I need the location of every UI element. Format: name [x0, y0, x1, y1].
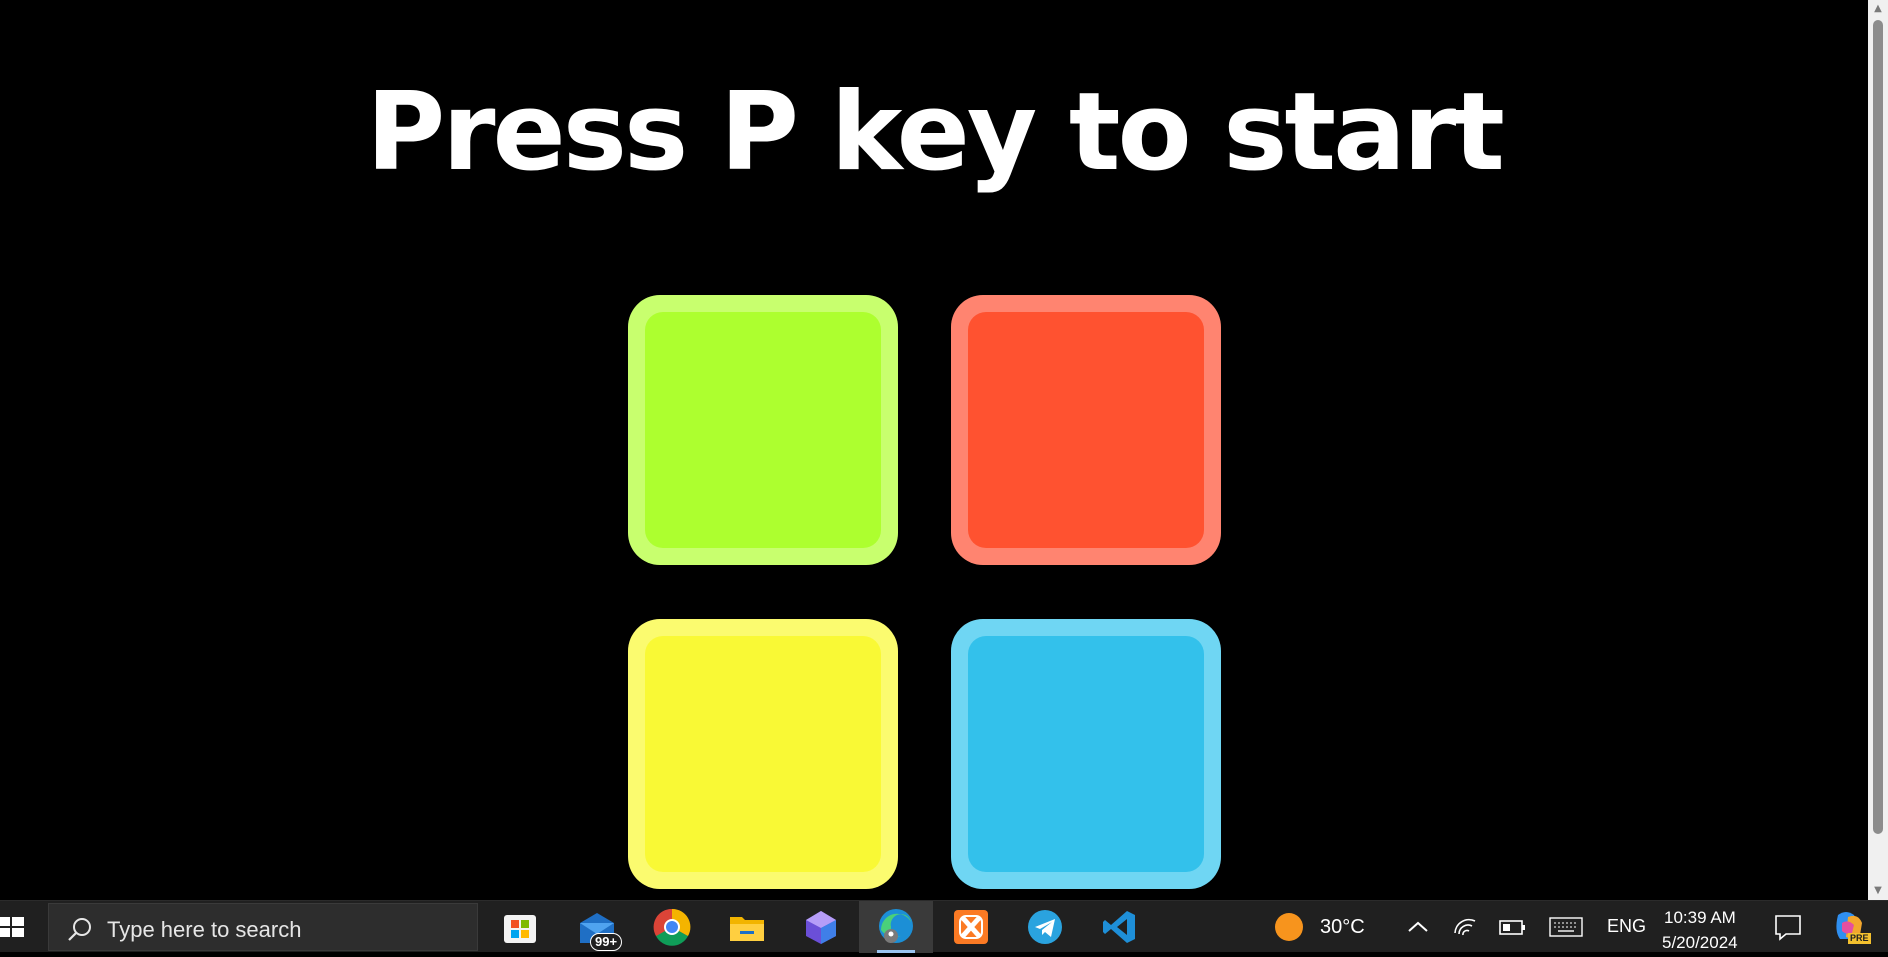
scrollbar-thumb[interactable] — [1873, 20, 1883, 834]
notification-center-button[interactable] — [1768, 901, 1808, 953]
green-pad-face — [645, 312, 881, 548]
telegram-icon — [1028, 910, 1062, 944]
yellow-pad-face — [645, 636, 881, 872]
search-icon — [68, 918, 91, 941]
edge-icon — [879, 909, 913, 943]
windows-logo-icon — [0, 917, 24, 937]
taskbar-microsoft-365[interactable] — [784, 901, 858, 953]
battery-button[interactable] — [1494, 901, 1530, 953]
copilot-icon — [1836, 912, 1862, 939]
taskbar-mail[interactable]: 99+ — [560, 901, 634, 953]
network-button[interactable] — [1448, 901, 1484, 953]
clock-date: 5/20/2024 — [1662, 933, 1738, 952]
windows-taskbar: Type here to search 99+ 30°C ENG 10:39 A… — [0, 900, 1888, 953]
taskbar-xampp[interactable] — [934, 901, 1008, 953]
red-pad[interactable] — [951, 295, 1221, 565]
scroll-up-arrow-icon[interactable]: ▲ — [1868, 0, 1888, 18]
blue-pad-face — [968, 636, 1204, 872]
clock-time: 10:39 AM — [1664, 908, 1736, 927]
notification-icon — [1775, 915, 1801, 941]
green-pad[interactable] — [628, 295, 898, 565]
taskbar-file-explorer[interactable] — [710, 901, 784, 953]
vertical-scrollbar[interactable]: ▲ ▼ — [1868, 0, 1888, 900]
battery-icon — [1499, 920, 1525, 935]
taskbar-search-box[interactable]: Type here to search — [48, 903, 478, 951]
mail-badge: 99+ — [590, 933, 623, 951]
vscode-icon — [1103, 911, 1135, 943]
file-explorer-icon — [730, 917, 764, 941]
wifi-icon — [1454, 918, 1476, 936]
search-placeholder: Type here to search — [107, 917, 302, 942]
red-pad-face — [968, 312, 1204, 548]
scroll-down-arrow-icon[interactable]: ▼ — [1868, 882, 1888, 900]
taskbar-weather[interactable]: 30°C — [1268, 901, 1378, 953]
weather-temperature: 30°C — [1320, 916, 1365, 938]
chrome-icon — [653, 908, 691, 946]
taskbar-clock[interactable]: 10:39 AM 5/20/2024 — [1652, 901, 1752, 953]
show-hidden-icons-button[interactable] — [1400, 901, 1436, 953]
taskbar-telegram[interactable] — [1008, 901, 1082, 953]
microsoft-store-icon — [504, 915, 536, 943]
keyboard-icon — [1549, 917, 1583, 937]
sun-icon — [1275, 913, 1303, 941]
language-indicator[interactable]: ENG — [1607, 916, 1646, 937]
copilot-preview-badge: PRE — [1848, 933, 1871, 944]
taskbar-vscode[interactable] — [1083, 901, 1157, 953]
blue-pad[interactable] — [951, 619, 1221, 889]
game-title: Press P key to start — [366, 70, 1505, 195]
yellow-pad[interactable] — [628, 619, 898, 889]
microsoft-365-icon — [806, 911, 836, 944]
taskbar-edge[interactable] — [859, 901, 933, 953]
xampp-icon — [954, 910, 988, 944]
chevron-up-icon — [1408, 921, 1428, 932]
taskbar-chrome[interactable] — [635, 901, 709, 953]
start-button[interactable] — [0, 901, 38, 953]
copilot-button[interactable]: PRE — [1826, 901, 1874, 953]
taskbar-microsoft-store[interactable] — [483, 901, 557, 953]
touch-keyboard-button[interactable] — [1544, 901, 1588, 953]
game-viewport[interactable]: Press P key to start — [0, 0, 1868, 900]
